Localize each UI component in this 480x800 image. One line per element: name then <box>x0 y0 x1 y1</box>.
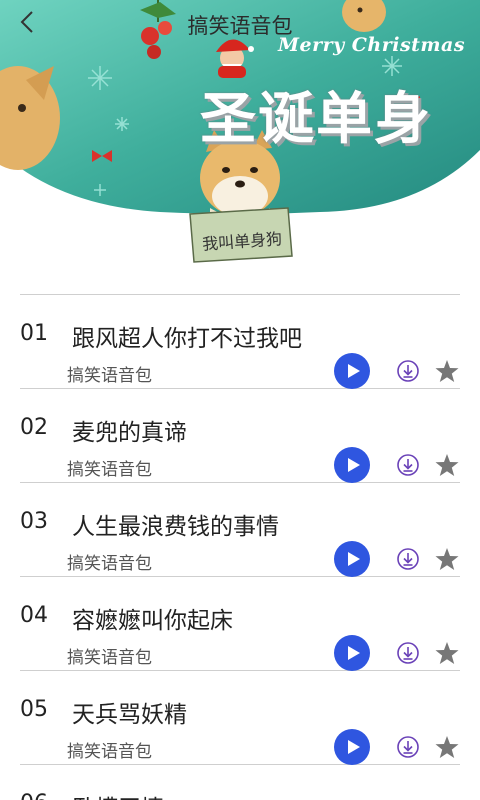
item-number: 02 <box>20 415 48 440</box>
item-number: 01 <box>20 321 48 346</box>
play-button[interactable] <box>334 729 370 765</box>
download-icon <box>397 454 419 476</box>
favorite-button[interactable] <box>434 734 460 760</box>
star-icon <box>435 642 459 664</box>
play-button[interactable] <box>334 447 370 483</box>
voice-list: 01 跟风超人你打不过我吧 搞笑语音包 02 麦兜的真谛 搞笑语音包 03 人生… <box>20 294 460 800</box>
download-icon <box>397 548 419 570</box>
star-icon <box>435 360 459 382</box>
list-item[interactable]: 03 人生最浪费钱的事情 搞笑语音包 <box>20 483 460 577</box>
download-button[interactable] <box>396 453 420 477</box>
list-item[interactable]: 06 卧槽无情 <box>20 765 460 800</box>
item-subtitle: 搞笑语音包 <box>67 366 152 386</box>
play-button[interactable] <box>334 541 370 577</box>
merry-christmas-text: Merry Christmas <box>278 34 466 56</box>
item-number: 05 <box>20 697 48 722</box>
play-button[interactable] <box>334 353 370 389</box>
play-icon <box>348 646 360 660</box>
play-icon <box>348 552 360 566</box>
star-icon <box>435 736 459 758</box>
list-item[interactable]: 04 容嬷嬷叫你起床 搞笑语音包 <box>20 577 460 671</box>
item-subtitle: 搞笑语音包 <box>67 648 152 668</box>
banner-headline: 圣诞单身 <box>200 87 432 152</box>
item-number: 06 <box>20 791 48 800</box>
favorite-button[interactable] <box>434 640 460 666</box>
favorite-button[interactable] <box>434 358 460 384</box>
item-subtitle: 搞笑语音包 <box>67 554 152 574</box>
item-number: 04 <box>20 603 48 628</box>
list-item[interactable]: 02 麦兜的真谛 搞笑语音包 <box>20 389 460 483</box>
header-banner: 搞笑语音包 Merry Christmas 圣诞单身 我叫单身狗 <box>0 0 480 280</box>
list-item[interactable]: 05 天兵骂妖精 搞笑语音包 <box>20 671 460 765</box>
item-title: 跟风超人你打不过我吧 <box>72 326 302 352</box>
item-subtitle: 搞笑语音包 <box>67 742 152 762</box>
download-button[interactable] <box>396 641 420 665</box>
favorite-button[interactable] <box>434 546 460 572</box>
download-button[interactable] <box>396 735 420 759</box>
list-item[interactable]: 01 跟风超人你打不过我吧 搞笑语音包 <box>20 295 460 389</box>
download-button[interactable] <box>396 547 420 571</box>
favorite-button[interactable] <box>434 452 460 478</box>
play-icon <box>348 364 360 378</box>
item-title: 卧槽无情 <box>72 789 164 800</box>
download-icon <box>397 642 419 664</box>
star-icon <box>435 548 459 570</box>
item-title: 容嬷嬷叫你起床 <box>72 608 233 634</box>
item-title: 麦兜的真谛 <box>72 420 187 446</box>
play-icon <box>348 458 360 472</box>
play-icon <box>348 740 360 754</box>
item-title: 人生最浪费钱的事情 <box>72 514 279 540</box>
download-icon <box>397 736 419 758</box>
item-title: 天兵骂妖精 <box>72 702 187 728</box>
star-icon <box>435 454 459 476</box>
item-number: 03 <box>20 509 48 534</box>
item-subtitle: 搞笑语音包 <box>67 460 152 480</box>
download-icon <box>397 360 419 382</box>
download-button[interactable] <box>396 359 420 383</box>
play-button[interactable] <box>334 635 370 671</box>
